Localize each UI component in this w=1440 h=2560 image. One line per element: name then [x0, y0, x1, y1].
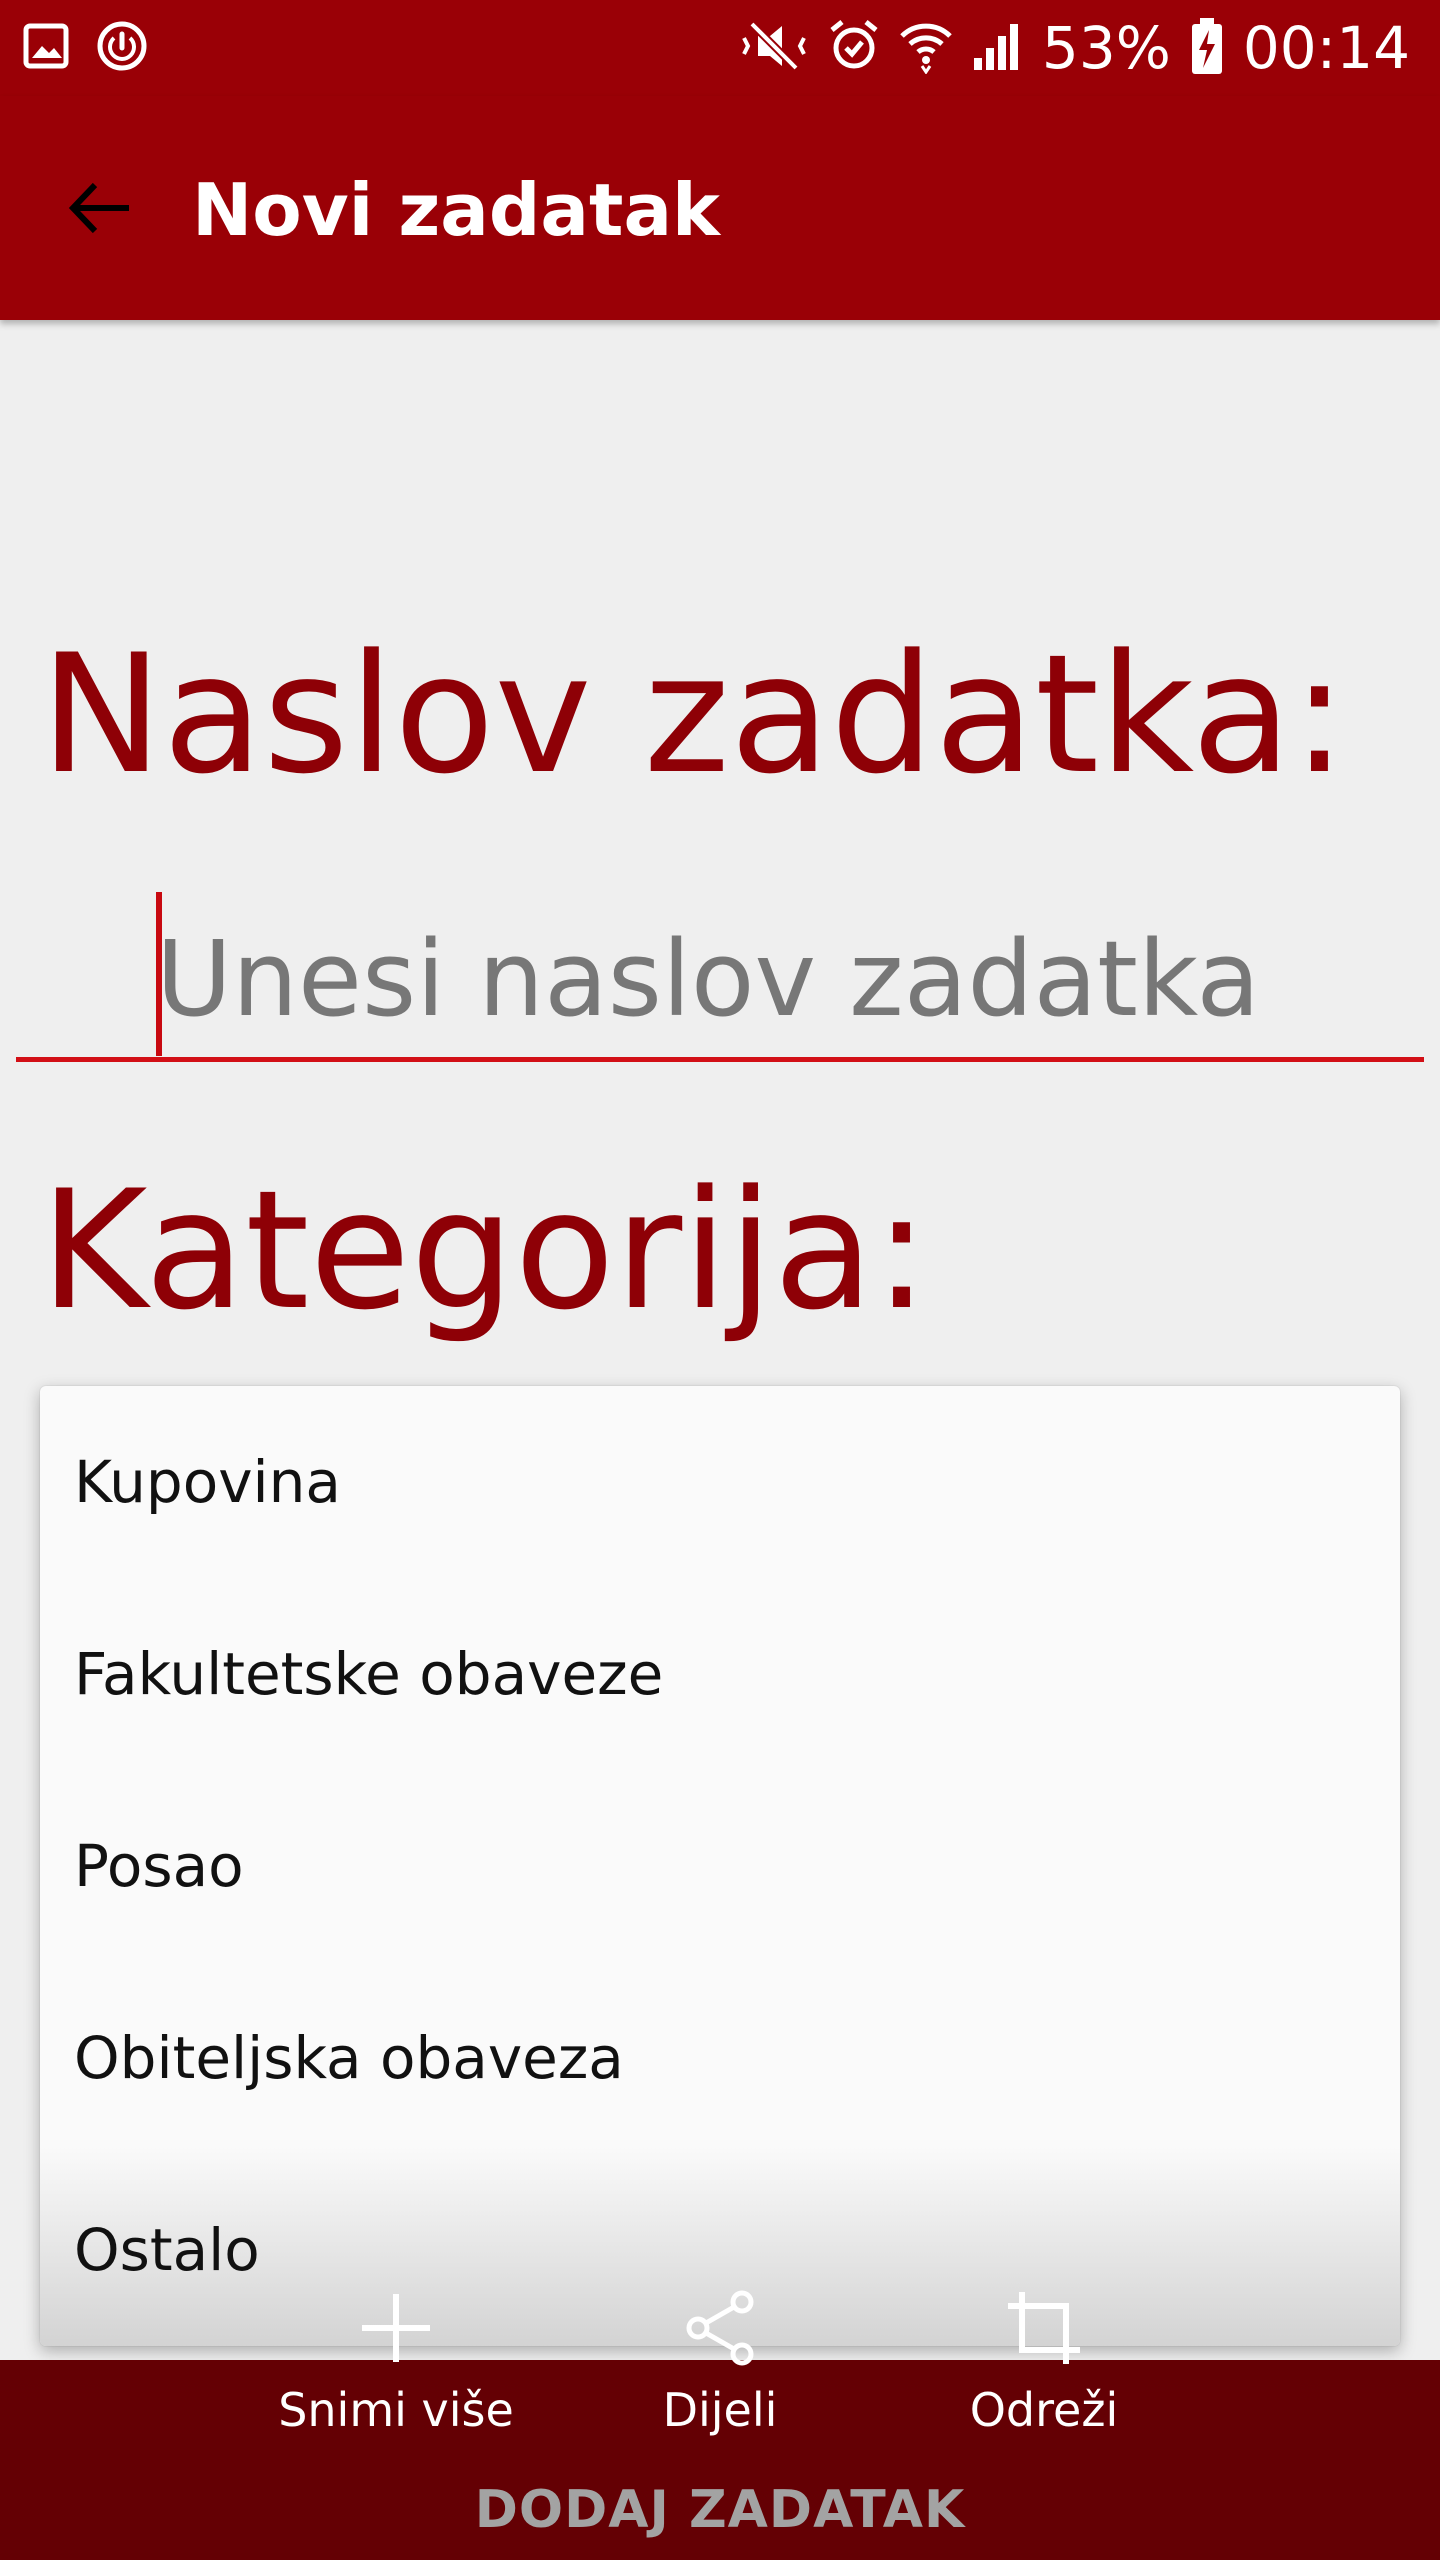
crop-icon [996, 2280, 1092, 2376]
task-title-input[interactable]: Unesi naslov zadatka [16, 878, 1424, 1062]
power-icon [94, 18, 150, 78]
share-icon [672, 2280, 768, 2376]
signal-icon [972, 18, 1024, 78]
wifi-icon [898, 18, 954, 78]
clock: 00:14 [1242, 14, 1410, 82]
category-label: Kategorija: [40, 1155, 930, 1346]
task-title-placeholder: Unesi naslov zadatka [156, 918, 1261, 1040]
share-label: Dijeli [662, 2383, 778, 2437]
capture-more-label: Snimi više [278, 2383, 514, 2437]
arrow-left-icon [65, 173, 135, 247]
status-left-icons [22, 18, 150, 78]
alarm-icon [828, 18, 880, 78]
share-button[interactable]: Dijeli [590, 2280, 850, 2460]
mute-icon [738, 18, 810, 78]
category-option-obiteljska-obaveza[interactable]: Obiteljska obaveza [40, 1962, 1400, 2154]
task-title-label: Naslov zadatka: [40, 619, 1348, 810]
category-dropdown: Kupovina Fakultetske obaveze Posao Obite… [40, 1386, 1400, 2346]
battery-charging-icon [1189, 16, 1225, 80]
status-bar: 53% 00:14 [0, 0, 1440, 96]
category-option-kupovina[interactable]: Kupovina [40, 1386, 1400, 1578]
crop-label: Odreži [969, 2383, 1119, 2437]
gallery-icon [22, 22, 70, 74]
status-right-icons: 53% 00:14 [738, 14, 1410, 82]
back-button[interactable] [52, 162, 148, 258]
plus-icon [348, 2280, 444, 2376]
crop-button[interactable]: Odreži [914, 2280, 1174, 2460]
capture-more-button[interactable]: Snimi više [266, 2280, 526, 2460]
category-option-posao[interactable]: Posao [40, 1770, 1400, 1962]
app-bar: Novi zadatak [0, 96, 1440, 320]
battery-percent: 53% [1041, 14, 1171, 82]
category-option-fakultetske-obaveze[interactable]: Fakultetske obaveze [40, 1578, 1400, 1770]
page-title: Novi zadatak [192, 168, 720, 252]
